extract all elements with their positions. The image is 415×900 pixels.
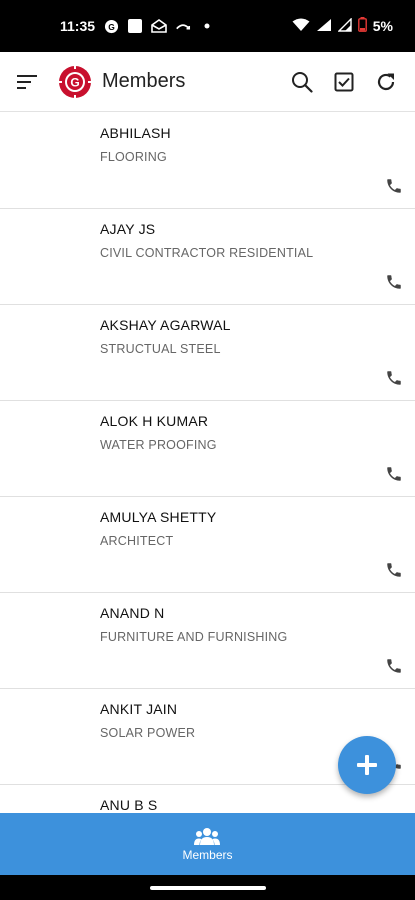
member-category: FLOORING	[100, 150, 167, 164]
call-button[interactable]	[383, 655, 405, 677]
call-button[interactable]	[383, 559, 405, 581]
member-name: AKSHAY AGARWAL	[100, 317, 231, 333]
phone-icon	[387, 467, 401, 481]
dot-icon	[199, 18, 215, 34]
member-category: FURNITURE AND FURNISHING	[100, 630, 288, 644]
status-bar: 11:35 G 5%	[0, 0, 415, 52]
notification-app-icon: G	[103, 18, 119, 34]
call-button[interactable]	[383, 367, 405, 389]
svg-text:G: G	[70, 75, 79, 89]
search-icon	[292, 71, 313, 93]
member-name: ALOK H KUMAR	[100, 413, 209, 429]
app-logo: G	[58, 64, 92, 99]
bottom-nav: Members	[0, 813, 415, 875]
nav-label-members: Members	[182, 847, 233, 862]
call-button[interactable]	[383, 271, 405, 293]
phone-icon	[387, 563, 401, 577]
status-left: 11:35 G	[60, 18, 215, 34]
signal-icon-2	[337, 16, 352, 35]
status-time: 11:35	[60, 18, 96, 34]
search-button[interactable]	[281, 52, 323, 112]
refresh-button[interactable]	[365, 52, 407, 112]
battery-percent: 5%	[372, 18, 393, 34]
add-member-button[interactable]	[338, 736, 396, 794]
menu-button[interactable]	[0, 52, 54, 112]
member-category: ARCHITECT	[100, 534, 174, 548]
battery-icon	[357, 17, 367, 35]
group-icon	[194, 827, 221, 845]
member-name: AJAY JS	[100, 221, 156, 237]
missed-call-icon	[175, 18, 191, 34]
page-title: Members	[102, 70, 186, 92]
member-row[interactable]: AJAY JS CIVIL CONTRACTOR RESIDENTIAL	[0, 209, 415, 305]
phone-icon	[387, 179, 401, 193]
member-name: ANAND N	[100, 605, 165, 621]
member-row[interactable]: ANAND N FURNITURE AND FURNISHING	[0, 593, 415, 689]
home-gesture-bar[interactable]	[149, 885, 266, 890]
menu-icon	[17, 74, 37, 89]
member-row[interactable]: AMULYA SHETTY ARCHITECT	[0, 497, 415, 593]
app-bar: G Members	[0, 52, 415, 112]
checkbox-icon	[334, 72, 354, 91]
mail-open-icon	[151, 18, 167, 34]
member-name: ANU B S	[100, 797, 158, 813]
member-row[interactable]: AKSHAY AGARWAL STRUCTUAL STEEL	[0, 305, 415, 401]
member-category: STRUCTUAL STEEL	[100, 342, 221, 356]
nav-item-members[interactable]: Members	[182, 827, 233, 862]
refresh-icon	[377, 73, 395, 90]
svg-text:G: G	[108, 21, 115, 31]
status-right: 5%	[292, 16, 393, 35]
member-name: AMULYA SHETTY	[100, 509, 217, 525]
phone-icon	[387, 659, 401, 673]
wifi-icon	[292, 18, 310, 35]
member-category: CIVIL CONTRACTOR RESIDENTIAL	[100, 246, 314, 260]
call-button[interactable]	[383, 463, 405, 485]
member-category: WATER PROOFING	[100, 438, 217, 452]
phone-icon	[387, 371, 401, 385]
member-category: SOLAR POWER	[100, 726, 196, 740]
gesture-area	[0, 875, 415, 900]
call-button[interactable]	[383, 175, 405, 197]
member-row[interactable]: ABHILASH FLOORING	[0, 113, 415, 209]
plus-icon	[357, 755, 377, 775]
phone-icon	[387, 275, 401, 289]
members-list[interactable]: ABHILASH FLOORING AJAY JS CIVIL CONTRACT…	[0, 113, 415, 813]
member-name: ABHILASH	[100, 125, 171, 141]
notification-square-icon	[127, 18, 143, 34]
select-button[interactable]	[323, 52, 365, 112]
signal-icon	[316, 18, 332, 35]
member-name: ANKIT JAIN	[100, 701, 178, 717]
app-bar-actions	[281, 52, 407, 112]
member-row[interactable]: ALOK H KUMAR WATER PROOFING	[0, 401, 415, 497]
